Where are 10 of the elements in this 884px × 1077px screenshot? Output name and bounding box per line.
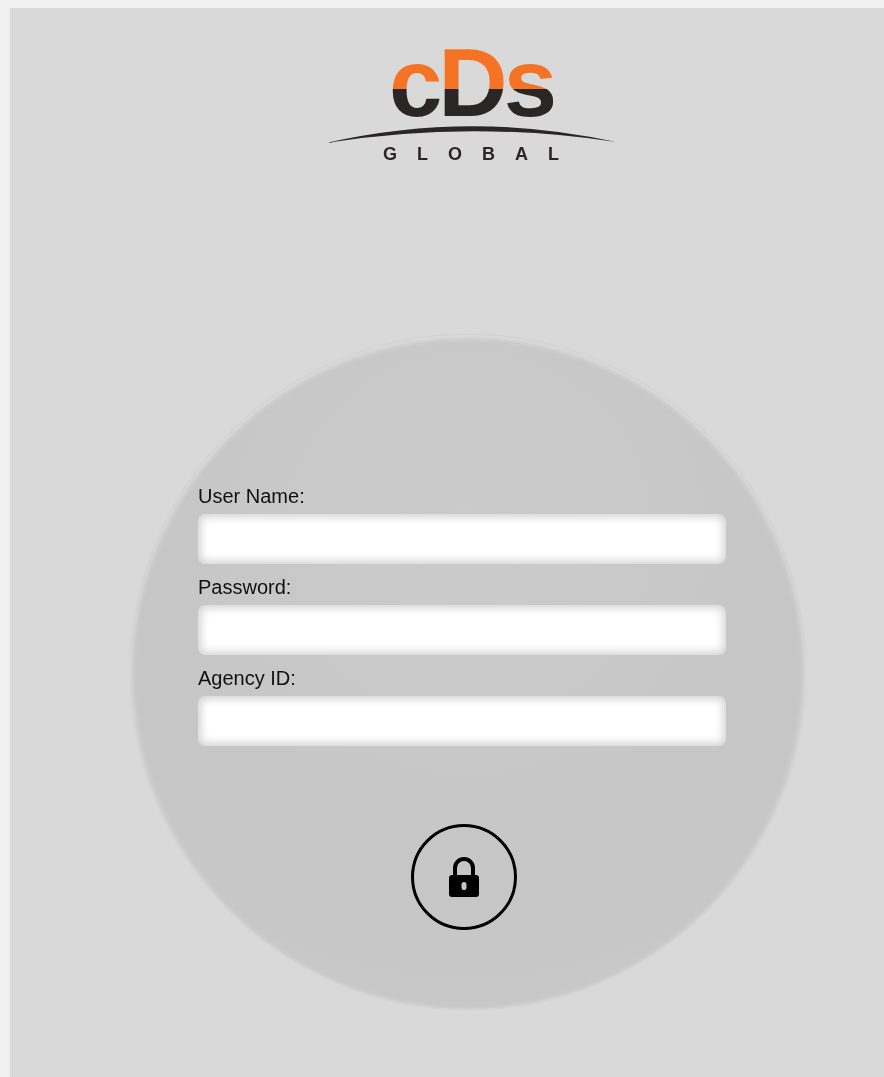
input-field[interactable]	[198, 605, 726, 655]
logo-tagline: GLOBAL	[383, 144, 579, 165]
input-field[interactable]	[198, 696, 726, 746]
lock-icon	[446, 856, 482, 898]
field-label: Password:	[198, 576, 293, 599]
login-button[interactable]	[411, 824, 517, 930]
field-label: Agency ID:	[198, 667, 297, 690]
input-field[interactable]	[198, 514, 726, 564]
field-label: User Name:	[198, 485, 306, 508]
swoosh-icon	[326, 124, 616, 144]
